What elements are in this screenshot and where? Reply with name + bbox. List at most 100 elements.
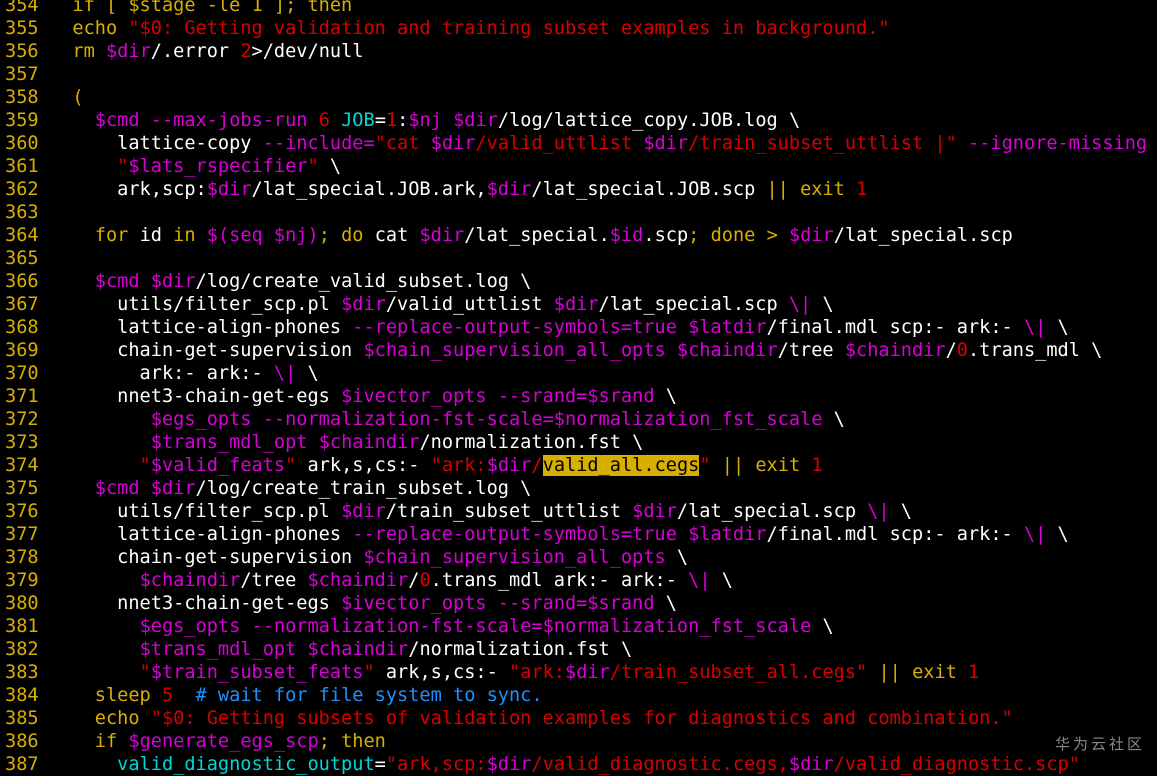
code-line[interactable]: 360 lattice-copy --include="cat $dir/val… — [0, 132, 1157, 155]
code-line[interactable]: 361 "$lats_rspecifier" \ — [0, 155, 1157, 178]
code-line[interactable]: 381 $egs_opts --normalization-fst-scale=… — [0, 615, 1157, 638]
code-token: $egs_opts — [150, 409, 252, 430]
code-token: \ — [1046, 524, 1069, 545]
code-token: \ — [665, 547, 689, 568]
code-token: $id — [609, 225, 644, 246]
code-line[interactable]: 355 echo "$0: Getting validation and tra… — [0, 17, 1157, 40]
line-number: 354 — [5, 0, 39, 16]
code-token: \ — [889, 501, 912, 522]
code-line[interactable]: 376 utils/filter_scp.pl $dir/train_subse… — [0, 500, 1157, 523]
code-token: if [ $stage -le 1 ]; then — [50, 0, 353, 16]
code-token: in — [173, 225, 196, 246]
code-line[interactable]: 385 echo "$0: Getting subsets of validat… — [0, 707, 1157, 730]
code-token: || — [766, 179, 789, 200]
code-line[interactable]: 387 valid_diagnostic_output="ark,scp:$di… — [0, 753, 1157, 776]
code-token: .trans_mdl ark:- ark:- — [430, 570, 689, 591]
code-line[interactable]: 373 $trans_mdl_opt $chaindir/normalizati… — [0, 431, 1157, 454]
code-token: $cmd — [94, 478, 140, 499]
code-token: ark,scp: — [50, 179, 207, 200]
code-line[interactable]: 368 lattice-align-phones --replace-outpu… — [0, 316, 1157, 339]
code-token: 1 — [968, 662, 980, 683]
code-token: || — [721, 455, 745, 476]
code-token: ; — [688, 225, 700, 246]
code-token: $trans_mdl_opt — [150, 432, 308, 453]
code-token: --ignore-missing — [968, 133, 1148, 154]
code-token: --max-jobs-run — [150, 110, 308, 131]
line-number: 381 — [5, 616, 39, 637]
code-line[interactable]: 375 $cmd $dir/log/create_train_subset.lo… — [0, 477, 1157, 500]
line-number: 377 — [5, 524, 39, 545]
code-token: $dir — [486, 179, 532, 200]
code-line[interactable]: 367 utils/filter_scp.pl $dir/valid_uttli… — [0, 293, 1157, 316]
code-token: /normalization.fst \ — [408, 639, 633, 660]
code-token: /lat_special.scp — [676, 501, 868, 522]
code-line[interactable]: 362 ark,scp:$dir/lat_special.JOB.ark,$di… — [0, 178, 1157, 201]
code-line[interactable]: 358 ( — [0, 86, 1157, 109]
code-token: 0 — [956, 340, 968, 361]
code-line[interactable]: 382 $trans_mdl_opt $chaindir/normalizati… — [0, 638, 1157, 661]
code-token: = — [374, 754, 386, 775]
code-line[interactable]: 364 for id in $(seq $nj); do cat $dir/la… — [0, 224, 1157, 247]
code-token: \ — [1147, 133, 1157, 154]
code-line[interactable]: 380 nnet3-chain-get-egs $ivector_opts --… — [0, 592, 1157, 615]
code-line[interactable]: 369 chain-get-supervision $chain_supervi… — [0, 339, 1157, 362]
code-line[interactable]: 366 $cmd $dir/log/create_valid_subset.lo… — [0, 270, 1157, 293]
line-number: 370 — [5, 363, 39, 384]
code-token: > — [766, 225, 778, 246]
code-token: \ — [811, 616, 834, 637]
code-line[interactable]: 379 $chaindir/tree $chaindir/0.trans_mdl… — [0, 569, 1157, 592]
code-line[interactable]: 370 ark:- ark:- \| \ — [0, 362, 1157, 385]
code-line[interactable]: 357 — [0, 63, 1157, 86]
code-line[interactable]: 365 — [0, 247, 1157, 270]
code-token: utils/filter_scp.pl — [50, 294, 342, 315]
code-token: \| — [688, 570, 711, 591]
code-line[interactable]: 378 chain-get-supervision $chain_supervi… — [0, 546, 1157, 569]
code-token: lattice-align-phones — [50, 317, 353, 338]
code-token: JOB — [341, 110, 375, 131]
code-line[interactable]: 377 lattice-align-phones --replace-outpu… — [0, 523, 1157, 546]
code-line[interactable]: 359 $cmd --max-jobs-run 6 JOB=1:$nj $dir… — [0, 109, 1157, 132]
code-line[interactable]: 363 — [0, 201, 1157, 224]
code-line[interactable]: 372 $egs_opts --normalization-fst-scale=… — [0, 408, 1157, 431]
code-token: 1 — [856, 179, 868, 200]
line-number: 383 — [5, 662, 39, 683]
code-token: $chain_supervision_all_opts — [363, 547, 666, 568]
code-line[interactable]: 384 sleep 5 # wait for file system to sy… — [0, 684, 1157, 707]
code-token: /valid_diagnostic.cegs, — [531, 754, 789, 775]
code-token: $dir — [486, 455, 532, 476]
code-token: \ — [654, 386, 677, 407]
code-line[interactable]: 371 nnet3-chain-get-egs $ivector_opts --… — [0, 385, 1157, 408]
code-token: 6 — [318, 110, 330, 131]
code-token: $nj — [408, 110, 442, 131]
code-token: valid_diagnostic_output — [117, 754, 375, 775]
line-number: 384 — [5, 685, 39, 706]
code-token: ; then — [318, 731, 386, 752]
terminal-editor[interactable]: 354 if [ $stage -le 1 ]; then 355 echo "$… — [0, 0, 1157, 776]
code-line[interactable]: 383 "$train_subset_feats" ark,s,cs:- "ar… — [0, 661, 1157, 684]
code-line[interactable]: 356 rm $dir/.error 2>/dev/null — [0, 40, 1157, 63]
line-number: 355 — [5, 18, 39, 39]
code-token: /lat_special.JOB.ark, — [251, 179, 487, 200]
code-line[interactable]: 354 if [ $stage -le 1 ]; then — [0, 0, 1157, 17]
line-number: 369 — [5, 340, 39, 361]
line-number: 363 — [5, 202, 39, 223]
code-token: $chaindir — [139, 570, 241, 591]
code-token: $dir — [486, 754, 532, 775]
code-line[interactable]: 374 "$valid_feats" ark,s,cs:- "ark:$dir/… — [0, 454, 1157, 477]
code-token: $chain_supervision_all_opts — [363, 340, 666, 361]
code-line[interactable]: 386 if $generate_egs_scp; then — [0, 730, 1157, 753]
code-token: done — [710, 225, 756, 246]
code-token: if — [50, 731, 129, 752]
